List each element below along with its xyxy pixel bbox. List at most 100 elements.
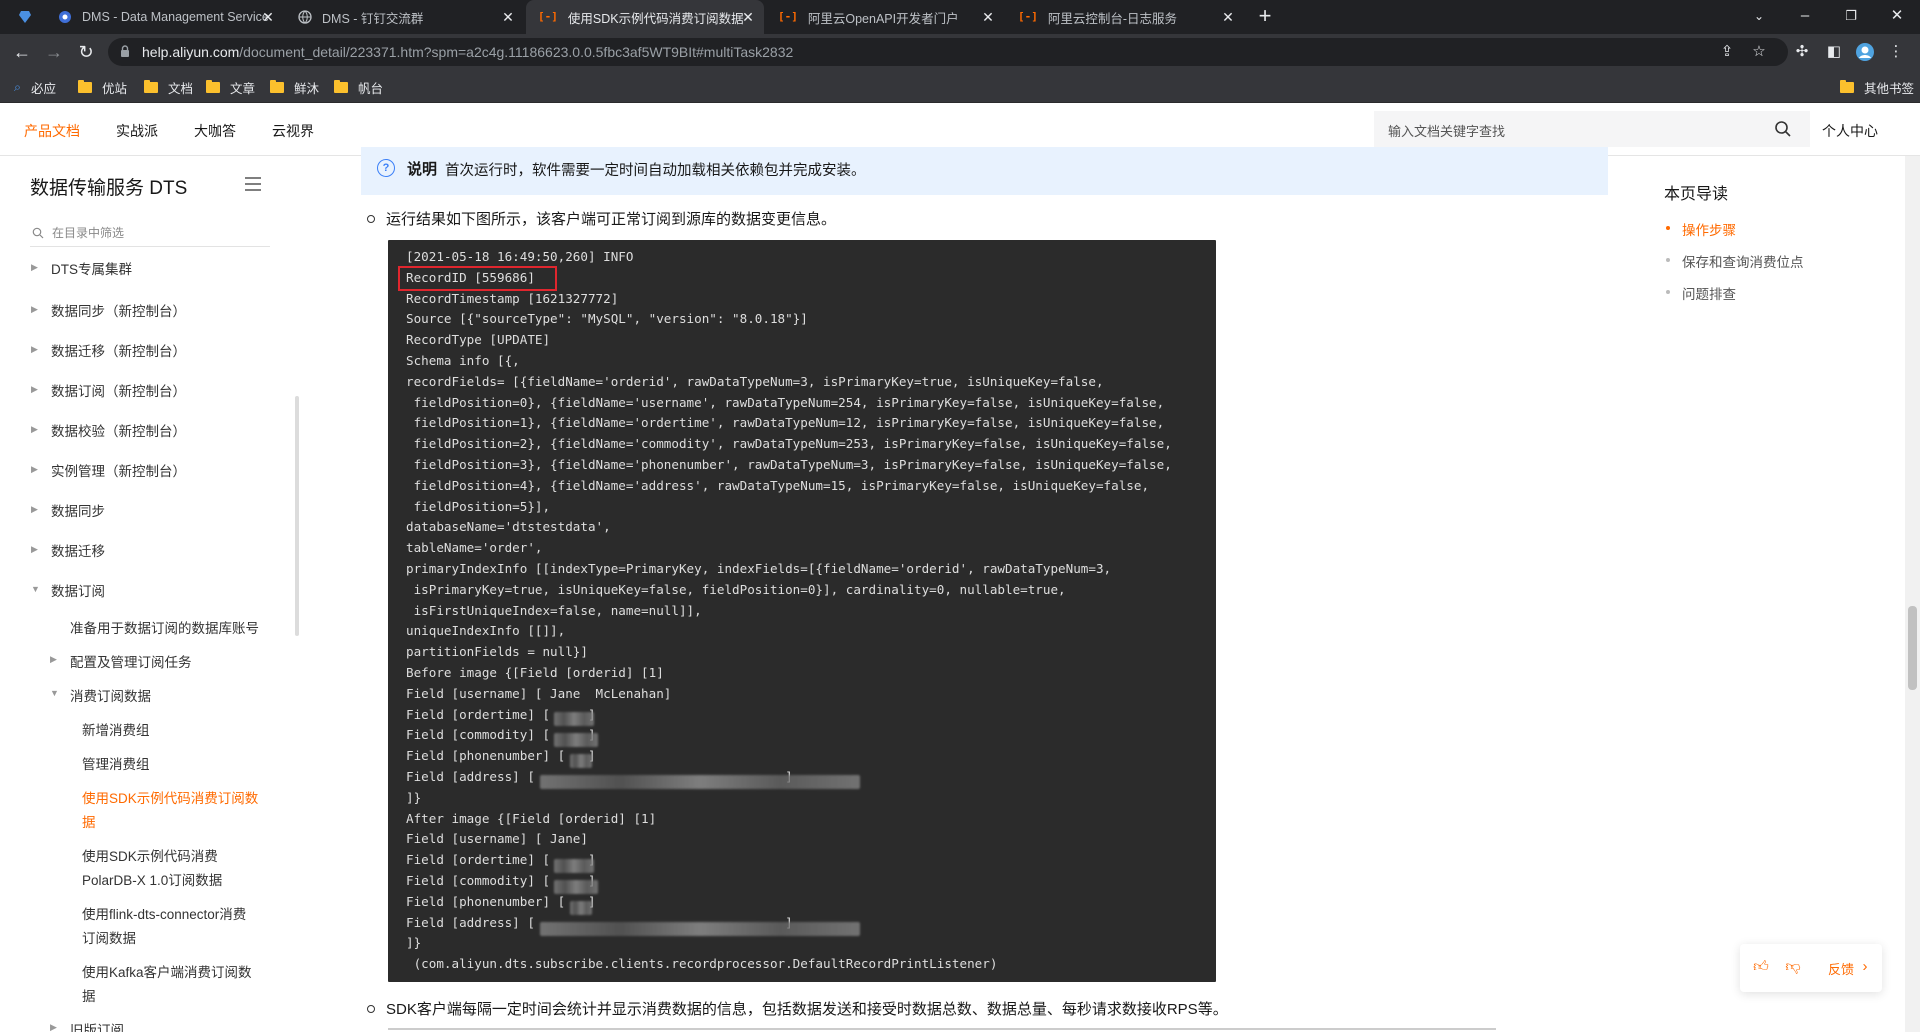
sidebar-item-cont[interactable]: 据 — [82, 985, 96, 1005]
sidebar-item[interactable]: 准备用于数据订阅的数据库账号 — [70, 617, 259, 637]
feedback-button[interactable]: 反馈 — [1828, 959, 1854, 978]
nav-experts[interactable]: 大咖答 — [194, 121, 236, 141]
code-line: uniqueIndexInfo [[]], — [406, 623, 566, 639]
sidebar-filter-input[interactable]: 在目录中筛选 — [30, 220, 270, 247]
close-icon[interactable]: ✕ — [1220, 9, 1236, 25]
window-close-button[interactable]: ✕ — [1874, 0, 1920, 34]
close-icon[interactable]: ✕ — [260, 9, 276, 25]
sidebar-item[interactable]: 旧版订阅 — [70, 1019, 124, 1032]
close-icon[interactable]: ✕ — [740, 9, 756, 25]
feedback-widget: 👍︎ 👎︎ 反馈 › — [1740, 944, 1882, 992]
sidebar-item[interactable]: 使用Kafka客户端消费订阅数 — [82, 961, 252, 981]
sidebar-item[interactable]: 消费订阅数据 — [70, 685, 151, 705]
nav-practice[interactable]: 实战派 — [116, 121, 158, 141]
thumbs-up-icon[interactable]: 👍︎ — [1752, 958, 1770, 976]
share-icon[interactable]: ⇪ — [1718, 43, 1736, 61]
toc-item-steps[interactable]: 操作步骤 — [1682, 219, 1736, 239]
chevron-right-icon: ▶ — [31, 464, 38, 474]
chevron-down-icon: ▼ — [50, 688, 59, 698]
tab-dingtalk[interactable]: DMS - 钉钉交流群 ✕ — [286, 0, 524, 34]
tab-search-chevron-icon[interactable]: ⌄ — [1736, 0, 1782, 34]
chevron-down-icon: ▼ — [31, 584, 40, 594]
toc-item-troubleshoot[interactable]: 问题排查 — [1682, 283, 1736, 303]
thumbs-down-icon[interactable]: 👎︎ — [1784, 958, 1802, 976]
code-line: After image {[Field [orderid] [1] — [406, 810, 657, 826]
redacted-value — [554, 712, 594, 726]
sidebar-item[interactable]: 使用flink-dts-connector消费 — [82, 903, 246, 923]
close-icon[interactable]: ✕ — [500, 9, 516, 25]
bookmark-folder[interactable]: 文章 — [206, 78, 255, 96]
extensions-puzzle-icon[interactable]: ✣ — [1792, 42, 1812, 62]
bookmark-bing[interactable]: ⌕ 必应 — [14, 78, 56, 96]
browser-menu-icon[interactable]: ⋮ — [1886, 42, 1906, 62]
new-tab-button[interactable]: + — [1242, 0, 1288, 34]
sidebar-item[interactable]: 数据迁移（新控制台） — [51, 340, 186, 360]
page-scrollbar-thumb[interactable] — [1908, 606, 1917, 690]
other-bookmarks[interactable]: 其他书签 — [1840, 78, 1914, 96]
search-icon[interactable] — [1774, 120, 1792, 138]
tab-sdk-doc[interactable]: [-] 使用SDK示例代码消费订阅数据 ✕ — [526, 0, 764, 34]
sidebar-item[interactable]: 数据同步（新控制台） — [51, 300, 186, 320]
restore-button[interactable]: ❐ — [1828, 0, 1874, 34]
toc-item-offset[interactable]: 保存和查询消费位点 — [1682, 251, 1804, 271]
code-line: recordFields= [{fieldName='orderid', raw… — [406, 373, 1104, 389]
personal-center-link[interactable]: 个人中心 — [1822, 121, 1878, 141]
code-line: ]} — [406, 935, 422, 951]
question-icon: ? — [377, 159, 395, 177]
side-panel-icon[interactable]: ◧ — [1824, 42, 1844, 62]
reload-icon[interactable]: ↻ — [74, 40, 98, 64]
code-line: fieldPosition=3}, {fieldName='phonenumbe… — [406, 456, 1172, 472]
sidebar-item[interactable]: 数据同步 — [51, 500, 105, 520]
doc-search-input[interactable]: 输入文档关键字查找 — [1374, 111, 1810, 147]
sidebar-item[interactable]: 数据迁移 — [51, 540, 105, 560]
minimize-button[interactable]: – — [1782, 0, 1828, 34]
tab-log-service[interactable]: [-] 阿里云控制台-日志服务 ✕ — [1006, 0, 1244, 34]
page-scrollbar[interactable] — [1905, 156, 1920, 1032]
avatar[interactable] — [1855, 42, 1875, 62]
menu-icon[interactable] — [244, 176, 262, 192]
sidebar-item[interactable]: 配置及管理订阅任务 — [70, 651, 192, 671]
redacted-value — [540, 775, 860, 789]
bookmark-label: 文章 — [230, 81, 256, 96]
code-line: Field [phonenumber] [ ] — [406, 893, 596, 909]
sidebar-item[interactable]: 数据订阅（新控制台） — [51, 380, 186, 400]
tab-label: 使用SDK示例代码消费订阅数据 — [567, 11, 744, 26]
address-bar[interactable]: help.aliyun.com/document_detail/223371.h… — [108, 38, 1788, 66]
tab-label: DMS - 钉钉交流群 — [322, 11, 424, 26]
aliyun-icon: [-] — [778, 10, 798, 23]
tab-dms[interactable]: DMS - Data Management Service ✕ — [46, 0, 284, 34]
sidebar-item[interactable]: 数据校验（新控制台） — [51, 420, 186, 440]
sidebar-item[interactable]: 实例管理（新控制台） — [51, 460, 186, 480]
sidebar-item-cont[interactable]: PolarDB-X 1.0订阅数据 — [82, 869, 222, 889]
bookmark-label: 必应 — [31, 81, 57, 96]
back-arrow-icon[interactable]: ← — [10, 40, 34, 64]
sidebar-scrollbar[interactable] — [295, 396, 299, 636]
sidebar-item[interactable]: 新增消费组 — [82, 719, 150, 739]
forward-arrow-icon[interactable]: → — [42, 40, 66, 64]
nav-cloud-vision[interactable]: 云视界 — [272, 121, 314, 141]
sidebar-item-current[interactable]: 使用SDK示例代码消费订阅数 — [82, 787, 258, 807]
sidebar-item[interactable]: 使用SDK示例代码消费 — [82, 845, 218, 865]
tab-openapi[interactable]: [-] 阿里云OpenAPI开发者门户 ✕ — [766, 0, 1004, 34]
sidebar-item[interactable]: 管理消费组 — [82, 753, 150, 773]
sidebar-item-current-cont[interactable]: 据 — [82, 811, 96, 831]
sidebar-item-cont[interactable]: 订阅数据 — [82, 927, 136, 947]
sidebar-item[interactable]: DTS专属集群 — [51, 258, 132, 278]
bookmark-star-icon[interactable]: ☆ — [1750, 43, 1768, 61]
divider — [388, 1028, 1496, 1030]
close-icon[interactable]: ✕ — [980, 9, 996, 25]
search-icon: ⌕ — [14, 79, 22, 94]
sidebar-item-data-subscription[interactable]: 数据订阅 — [51, 580, 105, 600]
bookmark-folder[interactable]: 鲜沐 — [270, 78, 319, 96]
bookmark-folder[interactable]: 文档 — [144, 78, 193, 96]
doc-sidebar: 数据传输服务 DTS 在目录中筛选 ▶ DTS专属集群 ▶ 数据同步（新控制台）… — [0, 156, 300, 1032]
code-line: fieldPosition=4}, {fieldName='address', … — [406, 477, 1150, 493]
chevron-right-icon[interactable]: › — [1856, 958, 1874, 976]
bookmark-folder[interactable]: 优站 — [78, 78, 127, 96]
paragraph: SDK客户端每隔一定时间会统计并显示消费数据的信息，包括数据发送和接受时数据总数… — [386, 1001, 1228, 1018]
nav-product-docs[interactable]: 产品文档 — [24, 121, 80, 141]
bookmark-folder[interactable]: 帆台 — [334, 78, 383, 96]
dms-icon — [59, 11, 71, 23]
pinned-tab[interactable] — [6, 0, 42, 34]
bookmark-label: 优站 — [102, 81, 128, 96]
